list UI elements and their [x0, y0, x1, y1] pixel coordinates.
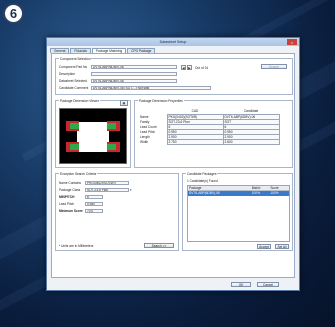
minpitch-label: MINPITCH [59, 195, 75, 199]
prev-arrow-icon[interactable]: ◀ [181, 65, 186, 70]
cad-value: 2.750 [166, 139, 224, 146]
component-selection-title: Component Selection [59, 57, 92, 61]
close-icon[interactable]: × [287, 39, 297, 45]
property-label: Width [140, 140, 149, 145]
package-properties-group: Package Dimension Properties CAD Candida… [134, 99, 293, 168]
exception-search-title: Exception Search Criteria [59, 172, 98, 176]
score-column-header[interactable]: Score [270, 186, 289, 190]
candidate-counter: Out of 24 [195, 66, 209, 70]
candidate-row[interactable]: DVT6-ABP(6DBV)-06 100% 100% [188, 191, 289, 196]
candidate-packages-title: Candidate Packages [186, 172, 218, 176]
exception-search-button[interactable]: Search >> [144, 243, 174, 248]
dialog-titlebar: Datasheet Setup × [47, 38, 299, 46]
tab-content-panel: Component Selection Component Part No DV… [51, 53, 295, 278]
lead-pitch-label: Lead Pitch [59, 202, 75, 206]
set-all-button[interactable]: Set All [275, 244, 289, 249]
ok-button[interactable]: OK [231, 282, 251, 287]
lead-right-bottom [107, 144, 116, 150]
minimum-score-label: Minimum Score [59, 209, 83, 213]
candidate-value: 2.800 [222, 139, 280, 146]
candidate-match-cell: 100% [251, 191, 260, 195]
candidate-comment-label: Candidate Comment [59, 86, 89, 90]
candidate-list: Package Match Score DVT6-ABP(6DBV)-06 10… [187, 185, 290, 242]
part-no-label: Component Part No [59, 65, 88, 69]
cancel-button[interactable]: Cancel [257, 282, 279, 287]
name-contains-field[interactable]: PKG(0402)(SOT6R) [85, 181, 129, 185]
package-properties-title: Package Dimension Properties [138, 99, 184, 103]
datasheet-selected-field[interactable]: DVT6-ABP(6DBV)-06 [91, 79, 177, 83]
step-number-badge: 6 [3, 3, 24, 24]
package-viewer-group: Package Dimension Viewer ▦ [55, 99, 131, 168]
datasheet-setup-dialog: Datasheet Setup × General Fiducials Pack… [46, 37, 300, 291]
lead-right-top [107, 123, 116, 129]
minimum-score-field[interactable]: 70.0 [85, 209, 103, 213]
candidate-packages-group: Candidate Packages 1 Candidate(s) Found … [182, 172, 293, 251]
name-contains-label: Name Contains [59, 181, 81, 185]
chevron-down-icon[interactable]: ▾ [130, 188, 132, 192]
dialog-title: Datasheet Setup [159, 40, 187, 44]
description-label: Description [59, 72, 75, 76]
lead-left-bottom [70, 144, 79, 150]
exception-search-group: Exception Search Criteria Name Contains … [55, 172, 179, 251]
package-class-select[interactable]: SOT-23-6 Pkor [85, 188, 129, 192]
units-note: * Units are in Millimeters [59, 244, 94, 248]
package-viewer-canvas [59, 108, 127, 164]
properties-table: CAD Candidate Name PKG(0402)(SOT6R) DVT6… [139, 109, 280, 146]
accept-button[interactable]: Accept [257, 244, 271, 249]
minpitch-field[interactable]: 6 [85, 195, 103, 199]
next-arrow-icon[interactable]: ▶ [187, 65, 192, 70]
package-column-header[interactable]: Package [188, 186, 252, 190]
component-selection-group: Component Selection Component Part No DV… [55, 57, 293, 95]
search-component-button[interactable]: Search [261, 64, 287, 69]
package-class-label: Package Class [59, 188, 81, 192]
description-field[interactable] [91, 72, 177, 76]
package-viewer-title: Package Dimension Viewer [59, 99, 100, 103]
candidate-comment-field[interactable]: DVT6-ABP(6DBV)-06 (SOT-...) Not slbd [91, 86, 211, 90]
candidate-package-cell: DVT6-ABP(6DBV)-06 [189, 191, 220, 195]
viewer-options-icon[interactable]: ▦ [120, 100, 128, 106]
tab-strip: General Fiducials Package Matching CPG P… [47, 46, 299, 53]
part-no-field[interactable]: DVT6-ABP(6DBV)-06 [91, 65, 177, 69]
datasheet-selected-label: Datasheet Selected [59, 79, 87, 83]
package-body [77, 122, 109, 152]
lead-left-top [70, 123, 79, 129]
candidate-score-cell: 100% [270, 191, 279, 195]
match-column-header[interactable]: Match [252, 186, 271, 190]
lead-pitch-field[interactable]: 0.950 [85, 202, 103, 206]
candidates-found-label: 1 Candidate(s) Found [187, 179, 218, 183]
